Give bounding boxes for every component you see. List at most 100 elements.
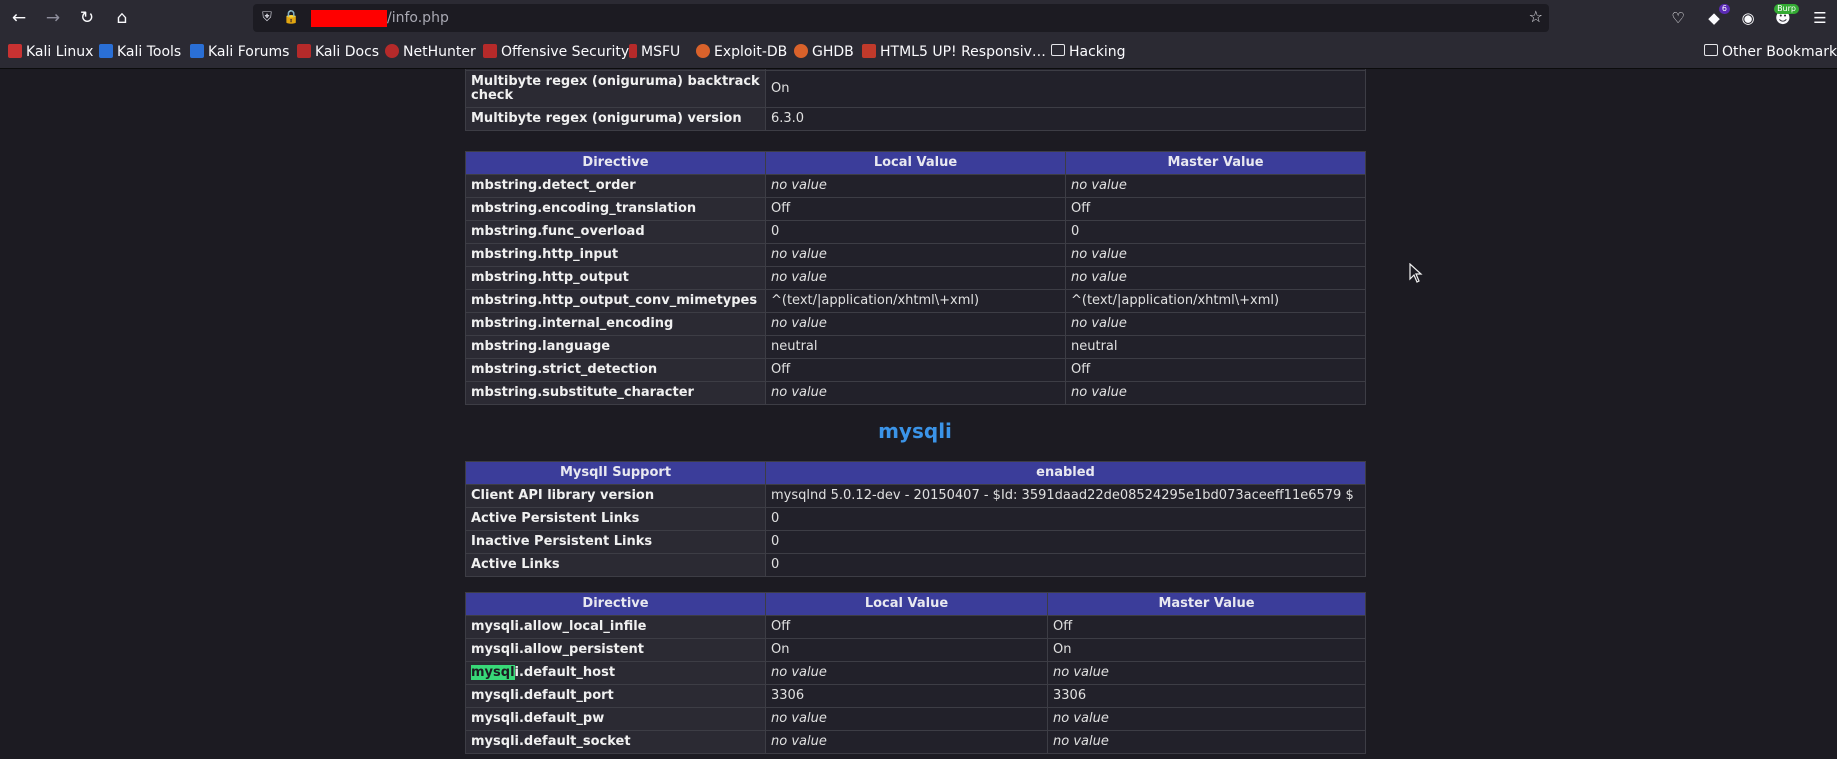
bookmark-offensive-security[interactable]: Offensive Security: [483, 42, 629, 62]
bookmark-folder-hacking[interactable]: Hacking: [1051, 42, 1126, 62]
directive-name: mbstring.substitute_character: [465, 381, 766, 405]
back-arrow-icon[interactable]: ←: [8, 7, 30, 29]
bookmark-kali-docs[interactable]: Kali Docs: [297, 42, 379, 62]
table-row: mbstring.internal_encoding no value no val…: [465, 312, 1366, 336]
column-header: Directive: [465, 151, 766, 175]
master-value: no value: [1065, 266, 1366, 290]
table-row: Multibyte regex (oniguruma) backtrack ch…: [465, 70, 1366, 108]
burp-badge: Burp: [1774, 4, 1799, 14]
column-header: enabled: [765, 461, 1366, 485]
mbstring-directives-table: Directive Local Value Master Value mbstr…: [465, 151, 1366, 405]
table-row: mysqli.default_port 3306 3306: [465, 684, 1366, 708]
directive-name: mbstring.http_output: [465, 266, 766, 290]
tracking-shield-icon[interactable]: ⛨: [259, 9, 275, 27]
master-value: 0: [1065, 220, 1366, 244]
bookmark-kali-forums[interactable]: Kali Forums: [190, 42, 289, 62]
directive-name: mbstring.func_overload: [465, 220, 766, 244]
mysqli-support-table: MysqlI Support enabled Client API librar…: [465, 461, 1366, 577]
directive-name: Multibyte regex (oniguruma) version: [465, 107, 766, 131]
directive-name: mysqli.default_socket: [465, 730, 766, 754]
bookmark-ghdb[interactable]: GHDB: [794, 42, 854, 62]
master-value: no value: [1065, 312, 1366, 336]
bookmark-nethunter[interactable]: NetHunter: [385, 42, 476, 62]
bookmark-kali-tools[interactable]: Kali Tools: [99, 42, 181, 62]
local-value: no value: [765, 661, 1048, 685]
local-value: neutral: [765, 335, 1066, 359]
local-value: ^(text/|application/xhtml\+xml): [765, 289, 1066, 313]
table-row: mysqli.allow_persistent On On: [465, 638, 1366, 662]
bookmark-exploit-db[interactable]: Exploit-DB: [696, 42, 787, 62]
table-row: Client API library version mysqlnd 5.0.12…: [465, 484, 1366, 508]
table-header-row: MysqlI Support enabled: [465, 461, 1366, 485]
bookmarks-bar: Kali Linux Kali Tools Kali Forums Kali D…: [0, 36, 1837, 69]
lock-icon[interactable]: 🔒: [283, 9, 299, 27]
info-value: 0: [765, 530, 1366, 554]
directive-name: mysqli.allow_persistent: [465, 638, 766, 662]
master-value: On: [1047, 638, 1366, 662]
folder-icon: [1704, 44, 1718, 56]
bookmark-star-icon[interactable]: ☆: [1529, 7, 1543, 26]
column-header: Local Value: [765, 151, 1066, 175]
foxyproxy-icon[interactable]: ◉: [1737, 7, 1759, 29]
directive-name: mysqli.default_pw: [465, 707, 766, 731]
info-value: 0: [765, 507, 1366, 531]
info-value: 0: [765, 553, 1366, 577]
column-header: MysqlI Support: [465, 461, 766, 485]
info-name: Active Persistent Links: [465, 507, 766, 531]
table-row: mysqli.default_socket no value no value: [465, 730, 1366, 754]
burp-icon[interactable]: ☻ Burp: [1772, 4, 1799, 29]
find-highlight: mysql: [471, 665, 515, 680]
directive-name: mbstring.http_input: [465, 243, 766, 267]
directive-name: mbstring.http_output_conv_mimetypes: [465, 289, 766, 313]
redacted-host: [311, 10, 387, 27]
table-row: mysqli.default_pw no value no value: [465, 707, 1366, 731]
master-value: neutral: [1065, 335, 1366, 359]
directive-name: mbstring.language: [465, 335, 766, 359]
forward-arrow-icon[interactable]: →: [42, 7, 64, 29]
master-value: no value: [1047, 661, 1366, 685]
master-value: no value: [1065, 243, 1366, 267]
section-heading-mysqli[interactable]: mysqli: [465, 419, 1365, 443]
reload-icon[interactable]: ↻: [76, 7, 98, 29]
table-row: mbstring.func_overload 0 0: [465, 220, 1366, 244]
column-header: Master Value: [1065, 151, 1366, 175]
bookmark-kali-linux[interactable]: Kali Linux: [8, 42, 93, 62]
column-header: Directive: [465, 592, 766, 616]
master-value: no value: [1065, 381, 1366, 405]
info-name: Client API library version: [465, 484, 766, 508]
menu-icon[interactable]: ☰: [1809, 7, 1831, 29]
nethunter-icon: [385, 44, 399, 58]
exploit-db-icon: [696, 44, 710, 58]
other-bookmarks[interactable]: Other Bookmarks: [1704, 42, 1837, 62]
table-row: mbstring.http_output no value no value: [465, 266, 1366, 290]
table-row: Active Persistent Links 0: [465, 507, 1366, 531]
bookmark-msfu[interactable]: MSFU: [629, 42, 680, 62]
url-bar[interactable]: ⛨ 🔒 /info.php ☆: [253, 4, 1549, 32]
home-icon[interactable]: ⌂: [111, 7, 133, 29]
kali-icon: [8, 44, 22, 58]
table-row: mbstring.detect_order no value no value: [465, 174, 1366, 198]
directive-name: mbstring.encoding_translation: [465, 197, 766, 221]
local-value: Off: [765, 615, 1048, 639]
pocket-icon[interactable]: ♡: [1667, 7, 1689, 29]
local-value: Off: [765, 358, 1066, 382]
directive-value: On: [765, 70, 1366, 108]
table-row: mbstring.http_output_conv_mimetypes ^(tex…: [465, 289, 1366, 313]
local-value: no value: [765, 707, 1048, 731]
bookmark-html5up[interactable]: HTML5 UP! Responsiv…: [862, 42, 1046, 62]
directive-name: Multibyte regex (oniguruma) backtrack ch…: [465, 70, 766, 108]
mysqli-directives-table: Directive Local Value Master Value mysql…: [465, 592, 1366, 754]
master-value: ^(text/|application/xhtml\+xml): [1065, 289, 1366, 313]
page-content: Multibyte regex (oniguruma) backtrack ch…: [0, 69, 1837, 759]
master-value: no value: [1047, 707, 1366, 731]
table-header-row: Directive Local Value Master Value: [465, 592, 1366, 616]
master-value: 3306: [1047, 684, 1366, 708]
info-value: mysqlnd 5.0.12-dev - 20150407 - $Id: 359…: [765, 484, 1366, 508]
table-row: mbstring.language neutral neutral: [465, 335, 1366, 359]
master-value: Off: [1065, 197, 1366, 221]
directive-name: mbstring.strict_detection: [465, 358, 766, 382]
extension-icon[interactable]: ◆ 6: [1703, 4, 1730, 29]
table-row: Active Links 0: [465, 553, 1366, 577]
local-value: no value: [765, 243, 1066, 267]
master-value: Off: [1047, 615, 1366, 639]
